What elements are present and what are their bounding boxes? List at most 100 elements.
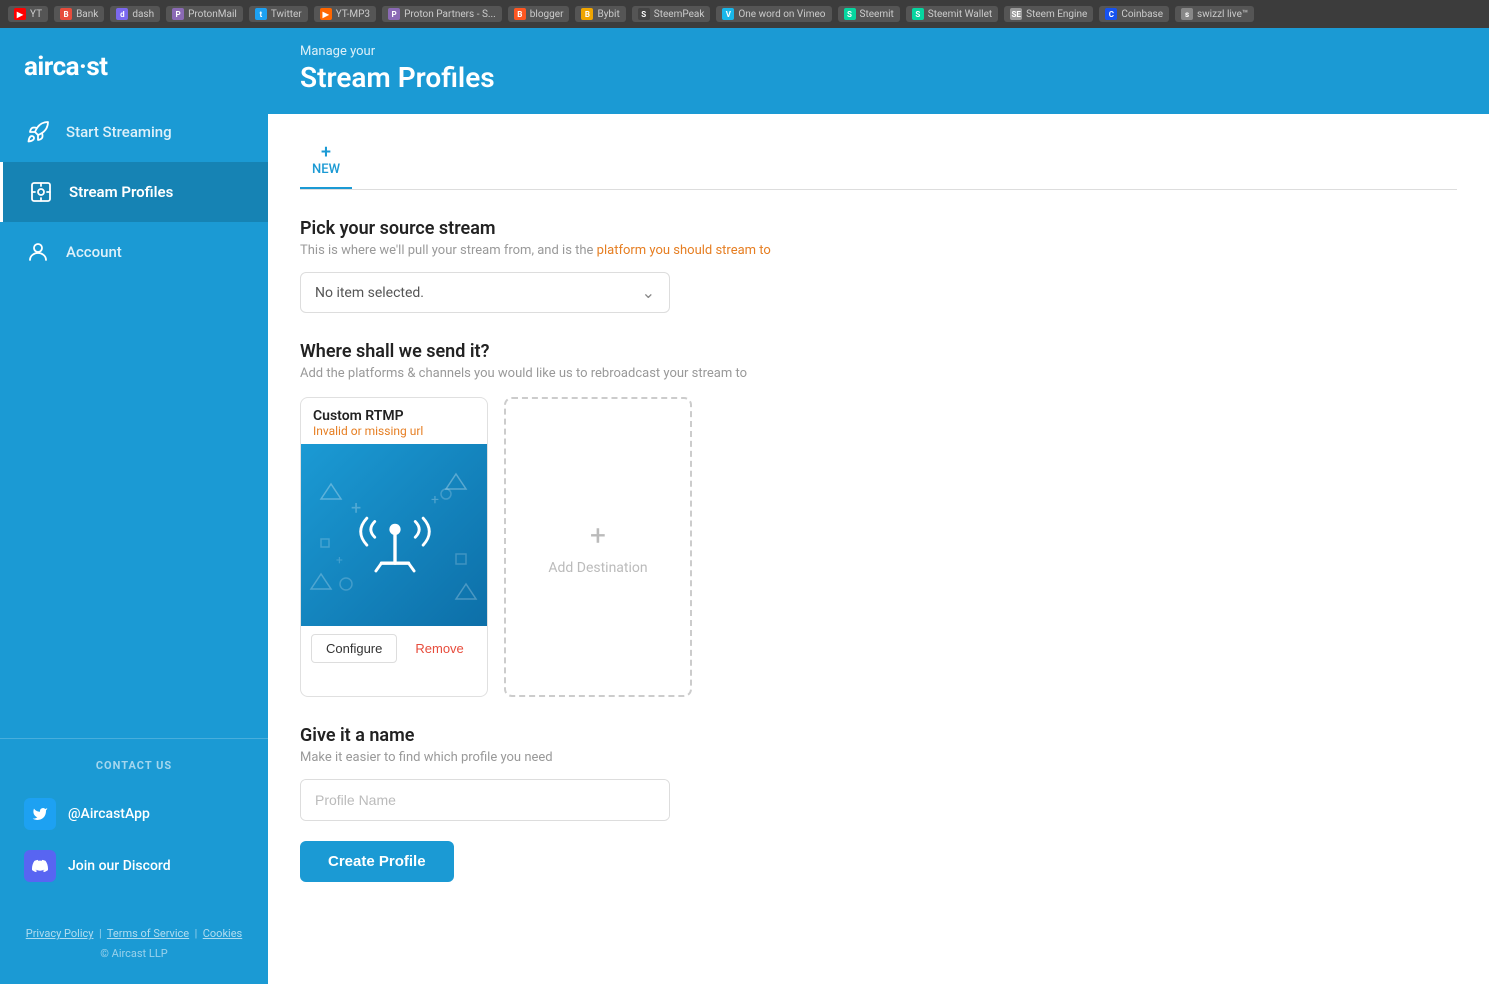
favicon-swizzl: s	[1181, 8, 1193, 20]
create-profile-button[interactable]: Create Profile	[300, 841, 454, 882]
custom-rtmp-header: Custom RTMP Invalid or missing url	[301, 398, 487, 444]
favicon-proton-partners: P	[388, 8, 400, 20]
browser-tab-protonmail[interactable]: P ProtonMail	[166, 6, 243, 22]
browser-tab-dash[interactable]: d dash	[110, 6, 160, 22]
destination-section-title: Where shall we send it?	[300, 341, 1457, 362]
source-section: Pick your source stream This is where we…	[300, 218, 1457, 313]
favicon-protonmail: P	[172, 8, 184, 20]
configure-button[interactable]: Configure	[311, 634, 397, 663]
browser-tab-blogger[interactable]: B blogger	[508, 6, 570, 22]
browser-tab-proton-partners[interactable]: P Proton Partners - S...	[382, 6, 502, 22]
sidebar-item-stream-profiles-label: Stream Profiles	[69, 183, 173, 201]
browser-tab-bank[interactable]: B Bank	[54, 6, 104, 22]
name-section-sub: Make it easier to find which profile you…	[300, 750, 1457, 765]
discord-label: Join our Discord	[68, 858, 171, 874]
stream-profiles-icon	[27, 178, 55, 206]
custom-rtmp-image: + + +	[301, 444, 488, 626]
sidebar-bottom: CONTACT US @AircastApp Join our Discord	[0, 738, 268, 912]
copyright: © Aircast LLP	[24, 944, 244, 964]
favicon-blogger: B	[514, 8, 526, 20]
destinations-row: Custom RTMP Invalid or missing url	[300, 397, 1457, 697]
contact-us-label: CONTACT US	[24, 759, 244, 772]
favicon-twitter: t	[255, 8, 267, 20]
cookies-link[interactable]: Cookies	[203, 927, 242, 940]
twitter-link[interactable]: @AircastApp	[24, 788, 244, 840]
favicon-steemit-wallet: S	[912, 8, 924, 20]
source-dropdown[interactable]: No item selected. ⌄	[300, 272, 670, 313]
destination-card-actions: Configure Remove	[301, 626, 487, 671]
sidebar-logo: airca·st	[0, 28, 268, 102]
tabs-bar: + NEW	[300, 138, 1457, 190]
main-body: + NEW Pick your source stream This is wh…	[268, 114, 1489, 984]
browser-bar: ▶ YT B Bank d dash P ProtonMail t Twitte…	[0, 0, 1489, 28]
name-section-title: Give it a name	[300, 725, 1457, 746]
favicon-dash: d	[116, 8, 128, 20]
discord-icon	[24, 850, 56, 882]
browser-tab-twitter[interactable]: t Twitter	[249, 6, 308, 22]
sidebar-item-start-streaming[interactable]: Start Streaming	[0, 102, 268, 162]
tab-new-plus: +	[321, 144, 331, 162]
favicon-ytmp3: ▶	[320, 8, 332, 20]
content-panel: + NEW Pick your source stream This is wh…	[268, 114, 1489, 984]
sidebar-item-account-label: Account	[66, 243, 122, 261]
favicon-coinbase: C	[1105, 8, 1117, 20]
chevron-down-icon: ⌄	[642, 283, 655, 302]
sidebar-item-account[interactable]: Account	[0, 222, 268, 282]
remove-button[interactable]: Remove	[405, 634, 473, 663]
custom-rtmp-title: Custom RTMP	[313, 408, 475, 424]
browser-tab-steem-engine[interactable]: SE Steem Engine	[1004, 6, 1093, 22]
account-icon	[24, 238, 52, 266]
tab-new-label: NEW	[312, 162, 340, 177]
browser-tab-steemit-wallet[interactable]: S Steemit Wallet	[906, 6, 998, 22]
tab-new[interactable]: + NEW	[300, 138, 352, 189]
add-destination-plus-icon: +	[590, 519, 606, 552]
source-dropdown-value: No item selected.	[315, 285, 424, 301]
custom-rtmp-card: Custom RTMP Invalid or missing url	[300, 397, 488, 697]
twitter-icon	[24, 798, 56, 830]
favicon-bank: B	[60, 8, 72, 20]
source-section-title: Pick your source stream	[300, 218, 1457, 239]
source-section-sub-plain: This is where we'll pull your stream fro…	[300, 243, 597, 258]
browser-tab-steempeak[interactable]: S SteemPeak	[632, 6, 711, 22]
source-section-sub: This is where we'll pull your stream fro…	[300, 243, 1457, 258]
rocket-icon	[24, 118, 52, 146]
custom-rtmp-status: Invalid or missing url	[313, 424, 475, 438]
app-container: airca·st Start Streaming	[0, 28, 1489, 984]
destination-section-sub: Add the platforms & channels you would l…	[300, 366, 1457, 381]
main-content: Manage your Stream Profiles + NEW Pick y…	[268, 28, 1489, 984]
add-destination-card[interactable]: + Add Destination	[504, 397, 692, 697]
browser-tab-coinbase[interactable]: C Coinbase	[1099, 6, 1169, 22]
antenna-svg	[350, 490, 440, 580]
browser-tab-yt[interactable]: ▶ YT	[8, 6, 48, 22]
profile-name-input[interactable]	[301, 780, 669, 820]
favicon-steempeak: S	[638, 8, 650, 20]
favicon-bybit: B	[581, 8, 593, 20]
source-section-sub-highlight: platform you should stream to	[597, 243, 771, 258]
name-section: Give it a name Make it easier to find wh…	[300, 725, 1457, 821]
profile-name-input-container	[300, 779, 670, 821]
privacy-policy-link[interactable]: Privacy Policy	[26, 927, 94, 940]
manage-your-label: Manage your	[300, 44, 1457, 59]
main-header: Manage your Stream Profiles	[268, 28, 1489, 114]
terms-of-service-link[interactable]: Terms of Service	[107, 927, 189, 940]
sidebar-nav: Start Streaming Stream Profiles	[0, 102, 268, 738]
twitter-handle: @AircastApp	[68, 806, 150, 822]
add-destination-label: Add Destination	[548, 560, 647, 576]
browser-tab-steemit[interactable]: S Steemit	[838, 6, 900, 22]
destination-section: Where shall we send it? Add the platform…	[300, 341, 1457, 697]
browser-tab-bybit[interactable]: B Bybit	[575, 6, 625, 22]
favicon-steem-engine: SE	[1010, 8, 1022, 20]
svg-text:+: +	[336, 553, 343, 567]
page-title: Stream Profiles	[300, 61, 1457, 94]
browser-tab-vimeo[interactable]: V One word on Vimeo	[716, 6, 831, 22]
browser-tab-ytmp3[interactable]: ▶ YT-MP3	[314, 6, 376, 22]
favicon-yt: ▶	[14, 8, 26, 20]
sidebar-item-start-streaming-label: Start Streaming	[66, 123, 172, 141]
sidebar-footer: Privacy Policy | Terms of Service | Cook…	[0, 912, 268, 984]
favicon-vimeo: V	[722, 8, 734, 20]
favicon-steemit: S	[844, 8, 856, 20]
sidebar-item-stream-profiles[interactable]: Stream Profiles	[0, 162, 268, 222]
discord-link[interactable]: Join our Discord	[24, 840, 244, 892]
browser-tab-swizzl[interactable]: s swizzl live™	[1175, 6, 1254, 22]
sidebar: airca·st Start Streaming	[0, 28, 268, 984]
